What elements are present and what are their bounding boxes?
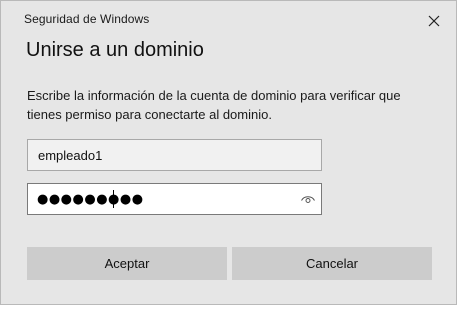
- cancel-button[interactable]: Cancelar: [232, 247, 432, 280]
- eye-icon: [301, 196, 315, 203]
- close-icon: [428, 15, 440, 27]
- accept-button[interactable]: Aceptar: [27, 247, 227, 280]
- reveal-password-button[interactable]: [300, 192, 316, 206]
- title-bar[interactable]: Seguridad de Windows: [1, 1, 456, 37]
- window-title: Seguridad de Windows: [24, 12, 150, 26]
- close-button[interactable]: [422, 9, 446, 33]
- dialog-window: Seguridad de Windows Unirse a un dominio…: [0, 0, 457, 305]
- password-field[interactable]: [28, 184, 288, 214]
- dialog-heading: Unirse a un dominio: [26, 39, 204, 61]
- password-field-container[interactable]: [27, 183, 322, 215]
- text-caret: [113, 190, 114, 208]
- dialog-description: Escribe la información de la cuenta de d…: [27, 88, 401, 122]
- username-field[interactable]: [27, 139, 322, 171]
